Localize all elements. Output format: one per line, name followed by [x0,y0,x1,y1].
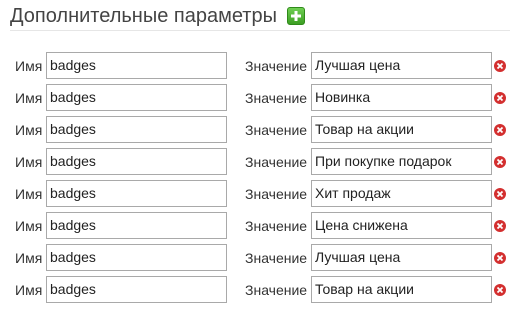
name-input[interactable]: badges [46,212,227,239]
remove-row-button[interactable] [494,60,506,72]
name-label: Имя [15,122,43,138]
add-parameter-button[interactable] [286,7,305,25]
value-label: Значение [245,122,308,138]
plus-icon [290,11,301,21]
name-input[interactable]: badges [46,116,227,143]
remove-icon [494,284,506,296]
remove-icon [494,252,506,264]
remove-row-button[interactable] [494,252,506,264]
name-label: Имя [15,250,43,266]
name-input[interactable]: badges [46,84,227,111]
remove-icon [494,220,506,232]
remove-row-button[interactable] [494,124,506,136]
remove-icon [494,156,506,168]
value-input[interactable]: Цена снижена [311,212,492,239]
name-label: Имя [15,58,43,74]
name-input[interactable]: badges [46,244,227,271]
remove-row-button[interactable] [494,156,506,168]
parameter-row: Имя badges Значение Лучшая цена [0,50,520,82]
name-input[interactable]: badges [46,52,227,79]
remove-icon [494,60,506,72]
remove-icon [494,188,506,200]
name-input[interactable]: badges [46,276,227,303]
value-label: Значение [245,186,308,202]
remove-row-button[interactable] [494,188,506,200]
name-input[interactable]: badges [46,148,227,175]
value-label: Значение [245,58,308,74]
parameter-row: Имя badges Значение Товар на акции [0,274,520,306]
name-label: Имя [15,282,43,298]
value-label: Значение [245,218,308,234]
parameter-row: Имя badges Значение Хит продаж [0,178,520,210]
parameter-list: Имя badges Значение Лучшая цена Имя badg… [0,50,520,306]
value-input[interactable]: Товар на акции [311,276,492,303]
value-label: Значение [245,90,308,106]
value-input[interactable]: Новинка [311,84,492,111]
value-input[interactable]: Хит продаж [311,180,492,207]
name-input[interactable]: badges [46,180,227,207]
remove-icon [494,92,506,104]
name-label: Имя [15,90,43,106]
value-label: Значение [245,282,308,298]
parameter-row: Имя badges Значение Лучшая цена [0,242,520,274]
name-label: Имя [15,186,43,202]
remove-row-button[interactable] [494,220,506,232]
parameter-row: Имя badges Значение Товар на акции [0,114,520,146]
parameter-row: Имя badges Значение При покупке подарок [0,146,520,178]
value-input[interactable]: При покупке подарок [311,148,492,175]
value-input[interactable]: Лучшая цена [311,244,492,271]
value-label: Значение [245,154,308,170]
value-label: Значение [245,250,308,266]
remove-row-button[interactable] [494,284,506,296]
section-header: Дополнительные параметры [10,2,510,31]
name-label: Имя [15,154,43,170]
remove-icon [494,124,506,136]
parameter-row: Имя badges Значение Цена снижена [0,210,520,242]
value-input[interactable]: Товар на акции [311,116,492,143]
value-input[interactable]: Лучшая цена [311,52,492,79]
parameter-row: Имя badges Значение Новинка [0,82,520,114]
remove-row-button[interactable] [494,92,506,104]
section-title: Дополнительные параметры [10,4,277,27]
name-label: Имя [15,218,43,234]
